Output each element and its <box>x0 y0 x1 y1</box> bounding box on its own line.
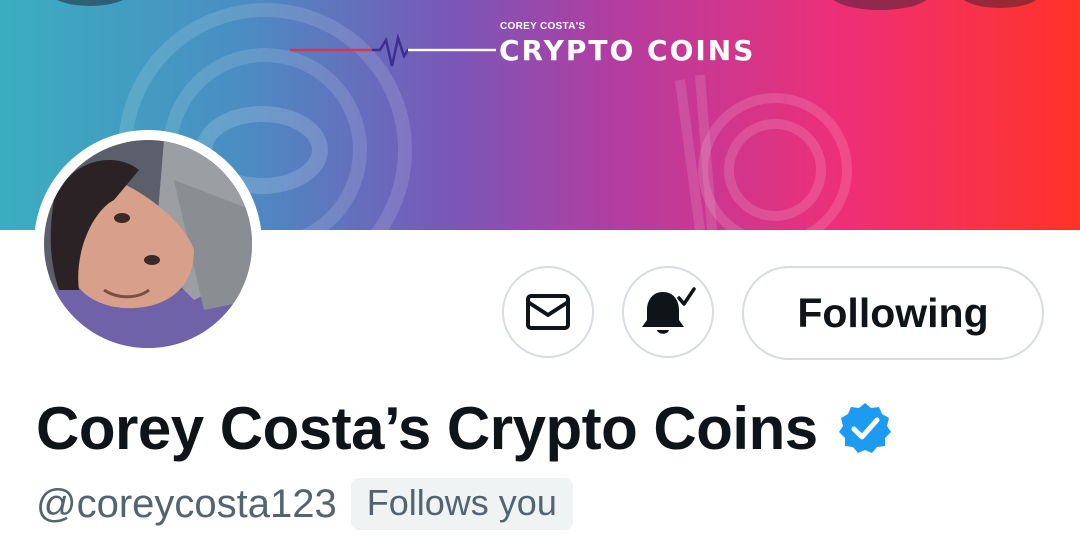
following-button[interactable]: Following <box>742 266 1044 360</box>
avatar[interactable] <box>34 130 262 358</box>
banner-kicker: COREY COSTA'S <box>500 21 586 32</box>
message-button[interactable] <box>502 266 594 358</box>
avatar-photo <box>44 140 252 348</box>
bell-check-icon <box>642 287 696 334</box>
handle-row: @coreycosta123 Follows you <box>36 476 573 532</box>
envelope-icon <box>526 294 570 330</box>
verified-badge-icon[interactable] <box>838 401 892 455</box>
follows-you-badge: Follows you <box>350 478 573 530</box>
display-name-row: Corey Costa’s Crypto Coins <box>36 392 892 464</box>
notifications-button[interactable] <box>622 266 714 358</box>
display-name: Corey Costa’s Crypto Coins <box>36 394 818 462</box>
profile-page: COREY COSTA'S CRYPTO COINS Following Cor… <box>0 0 1080 557</box>
banner-title: CRYPTO COINS <box>499 34 756 67</box>
user-handle: @coreycosta123 <box>36 481 337 526</box>
